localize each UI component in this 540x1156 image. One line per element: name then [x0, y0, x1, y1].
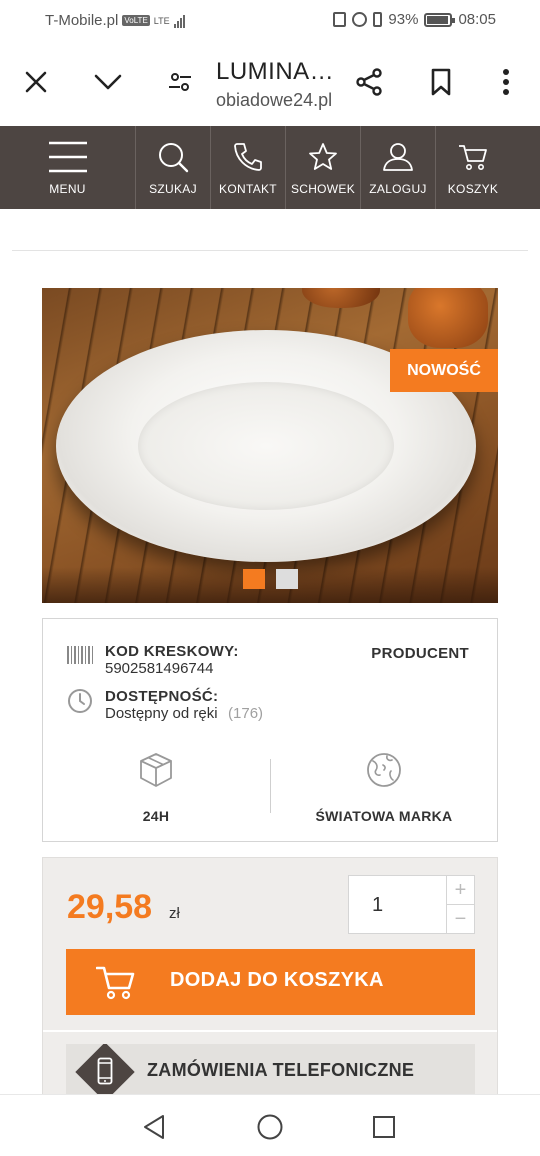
nav-search-label: SZUKAJ — [149, 182, 197, 196]
page-url[interactable]: obiadowe24.pl — [216, 90, 332, 111]
close-icon[interactable] — [16, 62, 56, 102]
clock-icon — [67, 688, 93, 723]
share-icon[interactable] — [349, 62, 389, 102]
clock: 08:05 — [458, 11, 496, 28]
product-info-box: KOD KRESKOWY: 5902581496744 PRODUCENT DO… — [42, 618, 498, 842]
purchase-box: 29,58 zł 1 + − DODAJ DO KOSZYKA ZAMÓWIEN… — [42, 857, 498, 1097]
network-type: LTE — [153, 15, 170, 26]
globe-icon — [365, 751, 403, 794]
nfc-icon — [333, 12, 347, 27]
new-badge: NOWOŚĆ — [390, 349, 498, 392]
tune-icon[interactable] — [160, 62, 200, 102]
barcode-value: 5902581496744 — [105, 660, 214, 677]
nav-cart[interactable]: KOSZYK — [436, 126, 510, 209]
quantity-decrease-button[interactable]: − — [446, 905, 474, 934]
nav-login-label: ZALOGUJ — [369, 182, 427, 196]
box-icon — [137, 751, 175, 794]
nav-menu[interactable]: MENU — [0, 126, 136, 209]
barcode-icon — [67, 646, 93, 664]
nav-login[interactable]: ZALOGUJ — [361, 126, 436, 209]
feature-brand-label: ŚWIATOWA MARKA — [315, 808, 453, 824]
screen: T-Mobile.pl VoLTE LTE 93% 08:05 LUMINA… … — [0, 0, 540, 1156]
nav-search[interactable]: SZUKAJ — [136, 126, 211, 209]
site-nav: MENU SZUKAJ KONTAKT SCHOWEK ZALOGUJ KOSZ… — [0, 126, 540, 209]
gallery-dot-2[interactable] — [276, 569, 298, 589]
background-bowl — [302, 288, 380, 308]
quantity-input[interactable]: 1 — [372, 894, 383, 917]
quantity-stepper: 1 + − — [348, 875, 475, 934]
home-icon[interactable] — [254, 1111, 286, 1143]
cart-icon — [458, 126, 488, 178]
cart-icon — [95, 963, 136, 1006]
alarm-icon — [352, 12, 368, 27]
battery-icon — [424, 12, 456, 27]
carrier-name: T-Mobile.pl — [45, 12, 119, 29]
bookmark-icon[interactable] — [421, 62, 461, 102]
price-value: 29,58 — [67, 888, 153, 926]
phone-orders-button[interactable]: ZAMÓWIENIA TELEFONICZNE — [66, 1044, 475, 1096]
background-bowl — [408, 288, 488, 348]
vibrate-icon — [373, 12, 383, 27]
smartphone-icon — [97, 1057, 113, 1090]
nav-wishlist-label: SCHOWEK — [290, 182, 356, 196]
availability-label: DOSTĘPNOŚĆ: — [105, 688, 219, 705]
browser-toolbar: LUMINA… obiadowe24.pl — [0, 40, 540, 126]
phone-orders-label: ZAMÓWIENIA TELEFONICZNE — [147, 1060, 415, 1080]
signal-icon — [173, 14, 185, 28]
add-to-cart-button[interactable]: DODAJ DO KOSZYKA — [66, 949, 475, 1015]
gallery-pagination — [243, 569, 298, 589]
availability-value: Dostępny od ręki — [105, 705, 218, 722]
search-icon — [157, 126, 189, 178]
price-currency: zł — [169, 905, 180, 922]
nav-menu-label: MENU — [49, 182, 86, 196]
star-icon — [308, 126, 338, 178]
system-navigation-bar — [0, 1094, 540, 1156]
recents-icon[interactable] — [368, 1111, 400, 1143]
nav-wishlist[interactable]: SCHOWEK — [286, 126, 361, 209]
feature-delivery-label: 24H — [142, 808, 170, 824]
user-icon — [382, 126, 414, 178]
nav-cart-label: KOSZYK — [447, 182, 499, 196]
gallery-dot-1[interactable] — [243, 569, 265, 589]
back-icon[interactable] — [138, 1111, 170, 1143]
nav-contact-label: KONTAKT — [219, 182, 277, 196]
feature-brand: ŚWIATOWA MARKA — [271, 751, 497, 824]
nav-contact[interactable]: KONTAKT — [211, 126, 286, 209]
product-image-gallery[interactable]: NOWOŚĆ — [42, 288, 498, 603]
availability-count: (176) — [228, 705, 264, 722]
quantity-increase-button[interactable]: + — [446, 876, 474, 905]
hamburger-icon — [48, 126, 88, 178]
purchase-divider — [43, 1030, 497, 1032]
feature-delivery: 24H — [43, 751, 269, 824]
battery-percent: 93% — [388, 11, 419, 28]
phone-icon — [233, 126, 263, 178]
section-divider — [12, 250, 528, 251]
volte-badge: VoLTE — [122, 15, 150, 26]
status-bar: T-Mobile.pl VoLTE LTE 93% 08:05 — [0, 0, 540, 40]
add-to-cart-label: DODAJ DO KOSZYKA — [170, 969, 384, 991]
more-vert-icon[interactable] — [486, 62, 526, 102]
chevron-down-icon[interactable] — [88, 62, 128, 102]
page-title[interactable]: LUMINA… — [216, 58, 334, 86]
producer-link[interactable]: PRODUCENT — [371, 645, 469, 662]
barcode-label: KOD KRESKOWY: — [105, 643, 239, 660]
